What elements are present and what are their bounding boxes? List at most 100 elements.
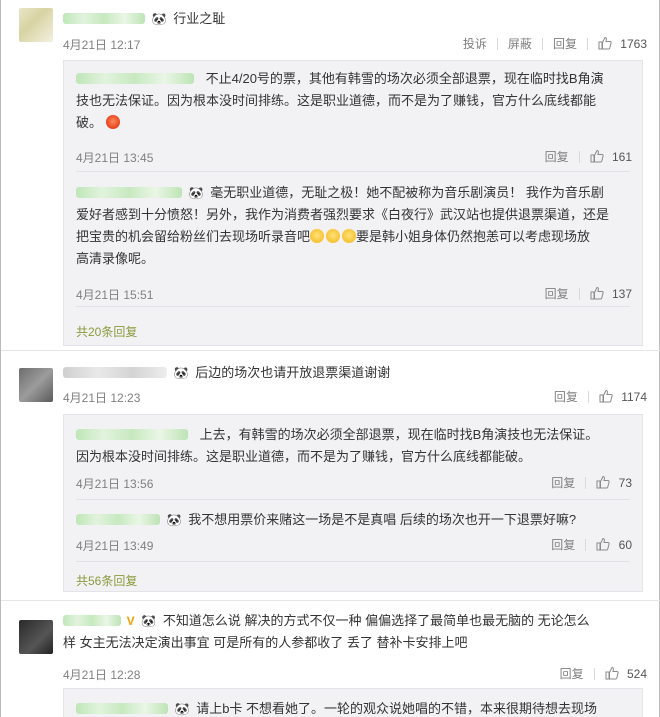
comment-text: 行业之耻 [173, 11, 226, 26]
reply-text-fragment: 要是韩小姐身体仍然抱恙可以考虑现场放 [356, 229, 591, 244]
more-replies-link[interactable]: 共56条回复 [76, 572, 137, 589]
blurred-username[interactable] [63, 13, 145, 24]
comment-date: 4月21日 12:17 [63, 38, 141, 52]
comment-text: 后边的场次也请开放退票渠道谢谢 [195, 365, 391, 380]
reply-text: 毫无职业道德，无耻之极！她不配被称为音乐剧演员！ 我作为音乐剧 [210, 185, 604, 200]
divider [76, 561, 630, 562]
angry-emoji-icon [105, 115, 120, 129]
like-count: 60 [618, 538, 632, 552]
reply-button[interactable]: 回复 [545, 148, 569, 165]
reply-actions: 回复 73 [551, 474, 632, 491]
reply-first-line: 不止4/20号的票，其他有韩雪的场次必须全部退票，现在临时找B角演 [76, 68, 604, 87]
blurred-username[interactable] [63, 367, 167, 378]
reply-button[interactable]: 回复 [551, 536, 575, 553]
blurred-username[interactable] [63, 615, 121, 626]
reply-first-line: 🐼 我不想用票价来赌这一场是不是真唱 后续的场次也开一下退票好嘛? [76, 509, 576, 528]
reply-date: 4月21日 13:45 [76, 151, 154, 165]
like-button[interactable]: 524 [605, 666, 647, 681]
reply-text: 请上b卡 不想看她了。一轮的观众说她唱的不错，本来很期待想去现场 [196, 701, 598, 716]
thumbs-up-icon [598, 36, 612, 50]
smile-emoji-icon [310, 229, 325, 243]
like-count: 161 [611, 150, 632, 164]
comment-actions: 投诉 屏蔽 回复 1763 [463, 35, 647, 52]
reply-text-line: 技也无法保证。因为根本没时间排练。这是职业道德，而不是为了赚钱，官方什么底线都能 [76, 93, 597, 108]
more-replies-link[interactable]: 共20条回复 [76, 323, 137, 340]
block-button[interactable]: 屏蔽 [508, 35, 532, 52]
reply-actions: 回复 161 [545, 148, 632, 165]
comment-text: 样 女主无法决定演出事宜 可是所有的人参都收了 丢了 替补卡安排上吧 [63, 635, 468, 650]
comment-actions: 回复 524 [560, 665, 647, 682]
like-button[interactable]: 73 [596, 475, 632, 490]
divider [587, 390, 589, 403]
like-button[interactable]: 161 [590, 149, 632, 164]
blurred-username[interactable] [76, 703, 168, 714]
reply-text: 爱好者感到十分愤怒！另外，我作为消费者强烈要求《白夜行》武汉站也提供退票渠道，还… [76, 204, 609, 270]
reply-date: 4月21日 15:51 [76, 288, 154, 302]
panda-icon: 🐼 [166, 513, 182, 527]
comment-header: 🐼 行业之耻 [63, 8, 225, 27]
divider [593, 667, 595, 680]
divider [1, 350, 660, 351]
reply-text-line: 把宝贵的机会留给粉丝们去现场听录音吧 要是韩小姐身体仍然抱恙可以考虑现场放 [76, 226, 609, 248]
divider [578, 150, 580, 163]
comment-date: 4月21日 12:28 [63, 668, 141, 682]
divider [586, 37, 588, 50]
reply-button[interactable]: 回复 [560, 665, 584, 682]
divider [76, 171, 630, 172]
blurred-username[interactable] [76, 514, 160, 525]
comment-actions: 回复 1174 [554, 388, 647, 405]
thumbs-up-icon [596, 537, 610, 551]
more-replies-label: 共56条回复 [76, 574, 138, 588]
report-button[interactable]: 投诉 [463, 35, 487, 52]
thumbs-up-icon [590, 149, 604, 163]
blurred-username[interactable] [76, 429, 188, 440]
divider [496, 37, 498, 50]
reply-text: 不止4/20号的票，其他有韩雪的场次必须全部退票，现在临时找B角演 [205, 71, 604, 86]
divider [578, 287, 580, 300]
blurred-username[interactable] [76, 187, 182, 198]
reply-text: 我不想用票价来赌这一场是不是真唱 后续的场次也开一下退票好嘛? [188, 512, 577, 527]
reply-button[interactable]: 回复 [551, 474, 575, 491]
avatar[interactable] [19, 368, 53, 402]
divider [76, 306, 630, 307]
reply-first-line: 🐼 请上b卡 不想看她了。一轮的观众说她唱的不错，本来很期待想去现场 [76, 698, 597, 717]
avatar[interactable] [19, 8, 53, 42]
reply-text: 技也无法保证。因为根本没时间排练。这是职业道德，而不是为了赚钱，官方什么底线都能… [76, 90, 596, 134]
blurred-username[interactable] [76, 73, 194, 84]
like-button[interactable]: 1174 [599, 389, 647, 404]
like-button[interactable]: 1763 [598, 36, 647, 51]
divider [1, 600, 660, 601]
like-count: 137 [611, 287, 632, 301]
reply-button[interactable]: 回复 [553, 35, 577, 52]
reply-text-line: 破。 [76, 112, 596, 134]
thumbs-up-icon [590, 286, 604, 300]
comment-header: V 🐼 不知道怎么说 解决的方式不仅一种 偏偏选择了最简单也最无脑的 无论怎么 [63, 610, 590, 629]
reply-box: 上去，有韩雪的场次必须全部退票，现在临时找B角演技也无法保证。 因为根本没时间排… [63, 414, 643, 592]
smile-emoji-icon [342, 229, 357, 243]
reply-text: 因为根本没时间排练。这是职业道德，而不是为了赚钱，官方什么底线都能破。 [76, 446, 531, 468]
reply-date: 4月21日 13:56 [76, 477, 154, 491]
divider [76, 499, 630, 500]
panda-icon: 🐼 [174, 702, 190, 716]
panda-icon: 🐼 [173, 366, 189, 380]
reply-actions: 回复 137 [545, 285, 632, 302]
like-count: 524 [626, 667, 647, 681]
comment-text: 不知道怎么说 解决的方式不仅一种 偏偏选择了最简单也最无脑的 无论怎么 [162, 613, 590, 628]
panda-icon: 🐼 [141, 614, 157, 628]
like-button[interactable]: 60 [596, 537, 632, 552]
like-button[interactable]: 137 [590, 286, 632, 301]
panda-icon: 🐼 [188, 186, 204, 200]
reply-text-fragment: 把宝贵的机会留给粉丝们去现场听录音吧 [76, 229, 311, 244]
thumbs-up-icon [599, 389, 613, 403]
reply-button[interactable]: 回复 [554, 388, 578, 405]
reply-button[interactable]: 回复 [545, 285, 569, 302]
avatar[interactable] [19, 620, 53, 654]
reply-text-line: 高清录像呢。 [76, 251, 155, 266]
divider [541, 37, 543, 50]
comment-header: 🐼 后边的场次也请开放退票渠道谢谢 [63, 362, 390, 381]
thumbs-up-icon [596, 475, 610, 489]
thumbs-up-icon [605, 666, 619, 680]
comment-feed: 🐼 行业之耻 4月21日 12:17 投诉 屏蔽 回复 1763 不止4/20号… [0, 0, 660, 717]
reply-text-line: 爱好者感到十分愤怒！另外，我作为消费者强烈要求《白夜行》武汉站也提供退票渠道，还… [76, 207, 610, 222]
comment-date: 4月21日 12:23 [63, 391, 141, 405]
